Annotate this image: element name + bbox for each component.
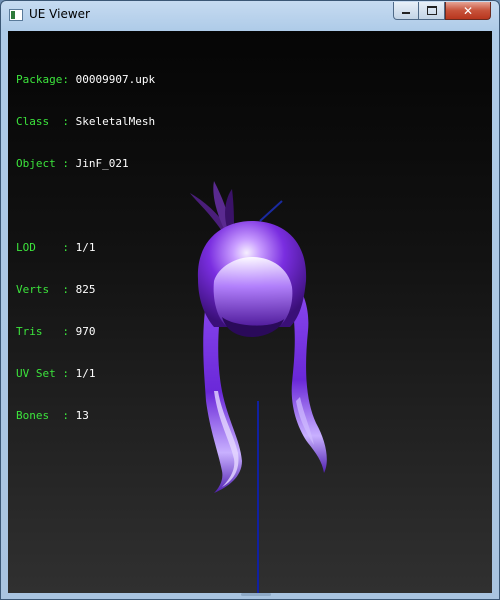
- info-lod-label: LOD :: [16, 241, 69, 254]
- info-verts-label: Verts :: [16, 283, 69, 296]
- info-class-value: SkeletalMesh: [75, 115, 156, 128]
- info-package-value: 00009907.upk: [75, 73, 156, 86]
- info-tris-label: Tris :: [16, 325, 69, 338]
- minimize-button[interactable]: [393, 2, 419, 20]
- info-bones-label: Bones :: [16, 409, 69, 422]
- close-icon: ✕: [462, 3, 474, 18]
- minimize-icon: [402, 12, 410, 14]
- info-class-row: Class : SkeletalMesh: [16, 115, 155, 129]
- info-package-row: Package: 00009907.upk: [16, 73, 155, 87]
- info-bones-row: Bones : 13: [16, 409, 155, 423]
- info-object-row: Object : JinF_021: [16, 157, 155, 171]
- info-class-label: Class :: [16, 115, 69, 128]
- window-title: UE Viewer: [29, 7, 90, 21]
- info-lod-value: 1/1: [75, 241, 96, 254]
- 3d-viewport[interactable]: Package: 00009907.upk Class : SkeletalMe…: [8, 31, 492, 593]
- app-icon[interactable]: [9, 9, 23, 21]
- info-object-label: Object :: [16, 157, 69, 170]
- info-verts-row: Verts : 825: [16, 283, 155, 297]
- resize-grip[interactable]: [241, 593, 271, 596]
- info-verts-value: 825: [75, 283, 96, 296]
- mesh-info-panel: Package: 00009907.upk Class : SkeletalMe…: [16, 45, 155, 451]
- maximize-icon: [426, 6, 437, 15]
- info-spacer: [16, 199, 155, 213]
- info-uvset-label: UV Set :: [16, 367, 69, 380]
- close-button[interactable]: ✕: [445, 2, 491, 20]
- info-package-label: Package:: [16, 73, 69, 86]
- info-tris-value: 970: [75, 325, 96, 338]
- info-bones-value: 13: [75, 409, 89, 422]
- hair-ornament: [190, 181, 234, 231]
- info-uvset-row: UV Set : 1/1: [16, 367, 155, 381]
- maximize-button[interactable]: [419, 2, 445, 20]
- info-uvset-value: 1/1: [75, 367, 96, 380]
- info-object-value: JinF_021: [75, 157, 129, 170]
- info-tris-row: Tris : 970: [16, 325, 155, 339]
- app-window: UE Viewer ✕ Package: 00009907.upk Class …: [0, 0, 500, 600]
- info-lod-row: LOD : 1/1: [16, 241, 155, 255]
- title-bar[interactable]: UE Viewer ✕: [1, 1, 499, 31]
- hair-bangs: [213, 257, 293, 330]
- axis-line-diagonal: [259, 200, 283, 222]
